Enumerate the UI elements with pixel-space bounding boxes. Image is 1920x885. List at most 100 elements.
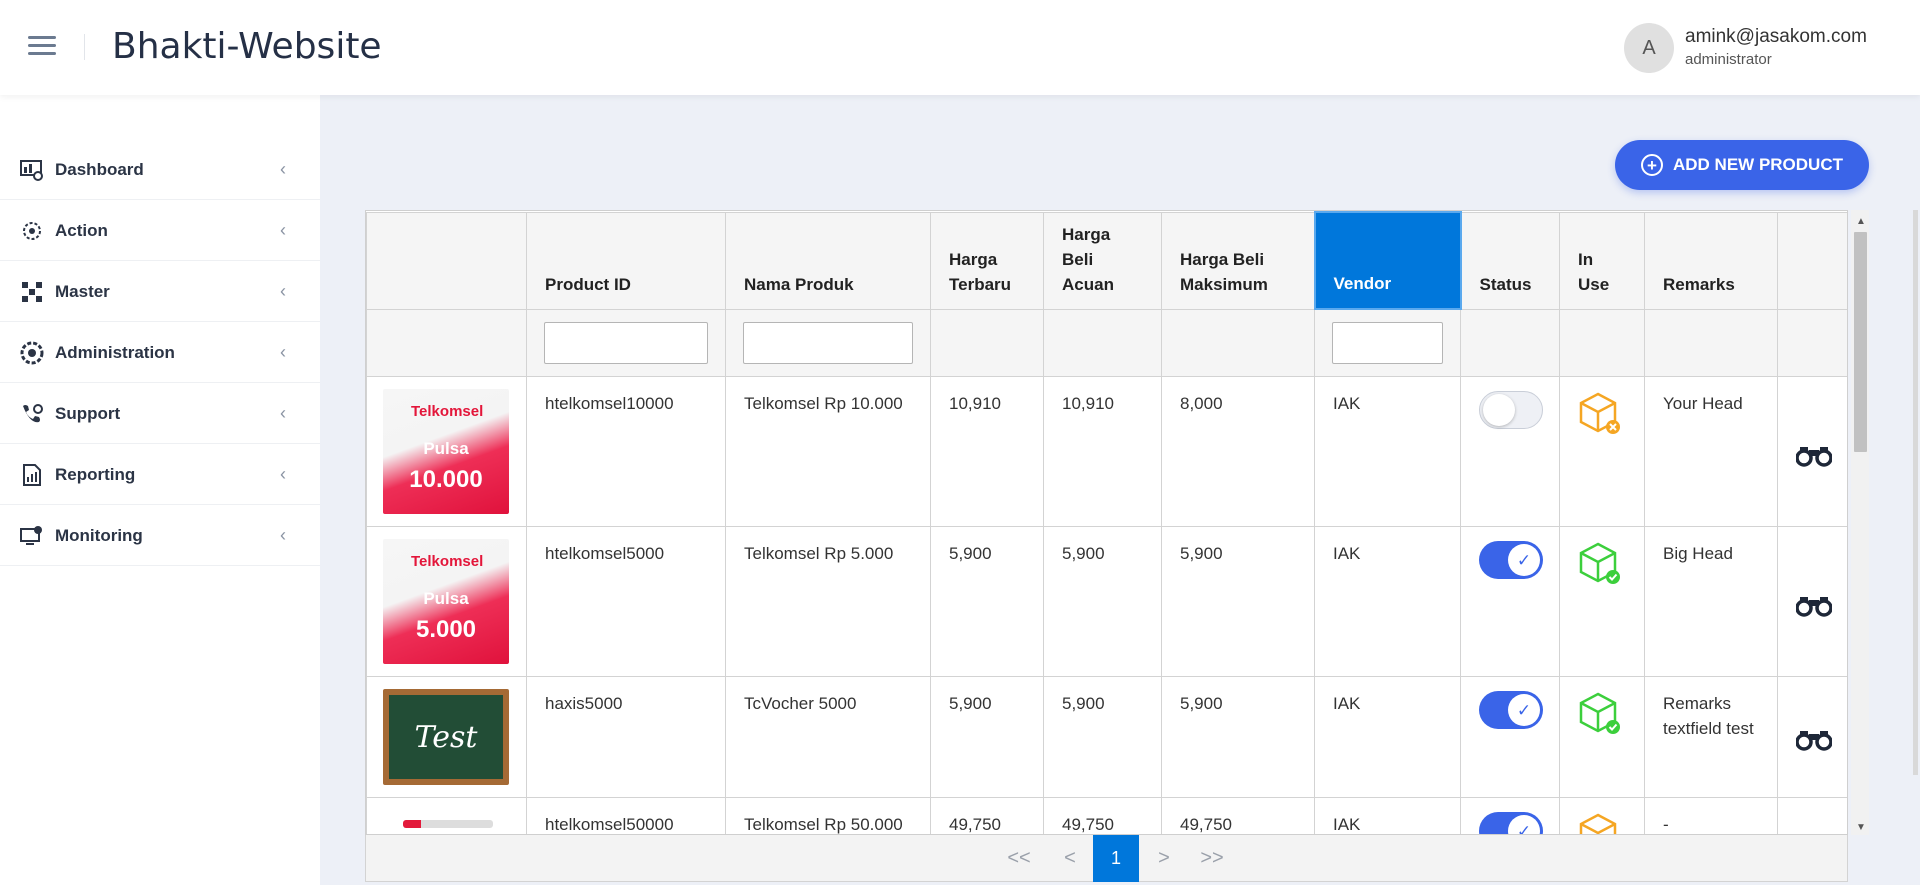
cell-harga-beli-acuan: 49,750: [1043, 797, 1162, 834]
cell-harga-beli-maksimum: 49,750: [1161, 797, 1315, 834]
cell-product-id: haxis5000: [526, 676, 726, 798]
product-image-cell: Test: [366, 676, 527, 798]
cube-not-in-use-icon: [1579, 392, 1620, 434]
cell-vendor: IAK: [1314, 676, 1461, 798]
filter-cell-empty: [930, 308, 1044, 377]
check-icon: ✓: [1508, 544, 1540, 576]
chevron-left-icon: ‹: [280, 342, 286, 362]
filter-cell-empty: [1161, 308, 1315, 377]
page-scrollbar[interactable]: [1913, 210, 1918, 775]
cell-product-id: htelkomsel10000: [526, 376, 726, 527]
cube-not-in-use-icon: [1579, 813, 1617, 834]
cell-actions: [1777, 676, 1847, 798]
status-toggle[interactable]: [1479, 391, 1543, 429]
next-page-button[interactable]: >: [1141, 835, 1187, 882]
filter-cell-nama-produk: [725, 308, 931, 377]
page-1-button[interactable]: 1: [1093, 835, 1139, 882]
table-row[interactable]: Telkomsel Pulsa 10.000 htelkomsel10000 T…: [366, 376, 1847, 527]
binoculars-icon[interactable]: [1795, 445, 1833, 467]
table-row[interactable]: htelkomsel50000 Telkomsel Rp 50.000 49,7…: [366, 797, 1847, 834]
column-header-nama-produk[interactable]: Nama Produk: [725, 211, 931, 310]
column-header-image: [366, 211, 527, 310]
sidebar-item-action[interactable]: Action ‹: [0, 201, 320, 261]
sidebar-item-master[interactable]: Master ‹: [0, 262, 320, 322]
chevron-left-icon: ‹: [280, 281, 286, 301]
cell-harga-terbaru: 10,910: [930, 376, 1044, 527]
chevron-left-icon: ‹: [280, 220, 286, 240]
sidebar: Dashboard ‹ Action ‹ Master ‹ Administra…: [0, 95, 320, 885]
cell-remarks: Big Head: [1644, 526, 1778, 677]
filter-cell-empty: [1644, 308, 1778, 377]
sidebar-item-label: Administration: [55, 342, 175, 362]
nama-produk-filter-input[interactable]: [743, 321, 913, 364]
column-header-harga-terbaru[interactable]: Harga Terbaru: [930, 211, 1044, 310]
binoculars-icon[interactable]: [1795, 729, 1833, 751]
filter-cell-vendor: [1314, 308, 1461, 377]
sidebar-item-support[interactable]: Support ‹: [0, 384, 320, 444]
sidebar-item-monitoring[interactable]: Monitoring ‹: [0, 506, 320, 566]
column-header-harga-beli-acuan[interactable]: Harga Beli Acuan: [1043, 211, 1162, 310]
column-header-status[interactable]: Status: [1460, 211, 1560, 310]
sidebar-item-dashboard[interactable]: Dashboard ‹: [0, 140, 320, 200]
hamburger-menu-icon[interactable]: [28, 36, 56, 58]
cell-product-id: htelkomsel50000: [526, 797, 726, 834]
cell-remarks: -: [1644, 797, 1778, 834]
support-icon: [23, 403, 43, 422]
header-divider: [84, 34, 85, 60]
product-image: Test: [383, 689, 509, 785]
cell-actions: [1777, 376, 1847, 527]
table-row[interactable]: Telkomsel Pulsa 5.000 htelkomsel5000 Tel…: [366, 526, 1847, 677]
first-page-button[interactable]: <<: [996, 835, 1042, 882]
image-amount-text: 10.000: [409, 466, 483, 493]
cell-in-use: [1559, 526, 1645, 677]
column-header-product-id[interactable]: Product ID: [526, 211, 726, 310]
prev-page-button[interactable]: <: [1047, 835, 1093, 882]
chevron-left-icon: ‹: [280, 525, 286, 545]
status-toggle[interactable]: ✓: [1479, 812, 1543, 834]
add-new-product-button[interactable]: + ADD NEW PRODUCT: [1615, 140, 1869, 190]
cell-in-use: [1559, 376, 1645, 527]
sidebar-item-label: Action: [55, 220, 108, 240]
cell-nama-produk: Telkomsel Rp 10.000: [725, 376, 931, 527]
scrollbar-thumb[interactable]: [1854, 232, 1867, 452]
column-header-remarks[interactable]: Remarks: [1644, 211, 1778, 310]
administration-icon: [20, 341, 44, 364]
add-new-product-label: ADD NEW PRODUCT: [1673, 155, 1843, 174]
column-header-in-use[interactable]: In Use: [1559, 211, 1645, 310]
sidebar-item-administration[interactable]: Administration ‹: [0, 323, 320, 383]
cell-nama-produk: TcVocher 5000: [725, 676, 931, 798]
dashboard-icon: [20, 159, 43, 181]
table-scrollbar[interactable]: ▲ ▼: [1851, 210, 1869, 835]
filter-cell-empty: [366, 308, 527, 377]
cell-status: ✓: [1460, 797, 1560, 834]
table-row[interactable]: Test haxis5000 TcVocher 5000 5,900 5,900…: [366, 676, 1847, 798]
column-header-vendor[interactable]: Vendor: [1313, 211, 1462, 310]
cube-in-use-icon: [1579, 542, 1620, 584]
cell-nama-produk: Telkomsel Rp 5.000: [725, 526, 931, 677]
scroll-down-arrow-icon[interactable]: ▼: [1856, 822, 1866, 833]
binoculars-icon[interactable]: [1795, 595, 1833, 617]
status-toggle[interactable]: ✓: [1479, 691, 1543, 729]
scroll-up-arrow-icon[interactable]: ▲: [1856, 216, 1866, 227]
filter-cell-empty: [1777, 308, 1847, 377]
sidebar-item-reporting[interactable]: Reporting ‹: [0, 445, 320, 505]
product-id-filter-input[interactable]: [544, 321, 708, 364]
avatar[interactable]: A: [1624, 23, 1674, 73]
vendor-filter-input[interactable]: [1332, 322, 1443, 364]
master-icon: [22, 281, 42, 302]
sidebar-item-label: Support: [55, 403, 121, 423]
status-toggle[interactable]: ✓: [1479, 541, 1543, 579]
chevron-left-icon: ‹: [280, 159, 286, 179]
toggle-knob: [1483, 394, 1515, 426]
cell-product-id: htelkomsel5000: [526, 526, 726, 677]
product-image: Telkomsel Pulsa 10.000: [383, 389, 509, 514]
product-image: [383, 810, 509, 834]
column-header-harga-beli-maksimum[interactable]: Harga Beli Maksimum: [1161, 211, 1315, 310]
user-role: administrator: [1685, 51, 1772, 68]
product-image-cell: Telkomsel Pulsa 10.000: [366, 376, 527, 527]
filter-cell-product-id: [526, 308, 726, 377]
image-logo-strip: [403, 820, 493, 828]
last-page-button[interactable]: >>: [1189, 835, 1235, 882]
filter-cell-empty: [1559, 308, 1645, 377]
cell-vendor: IAK: [1314, 526, 1461, 677]
